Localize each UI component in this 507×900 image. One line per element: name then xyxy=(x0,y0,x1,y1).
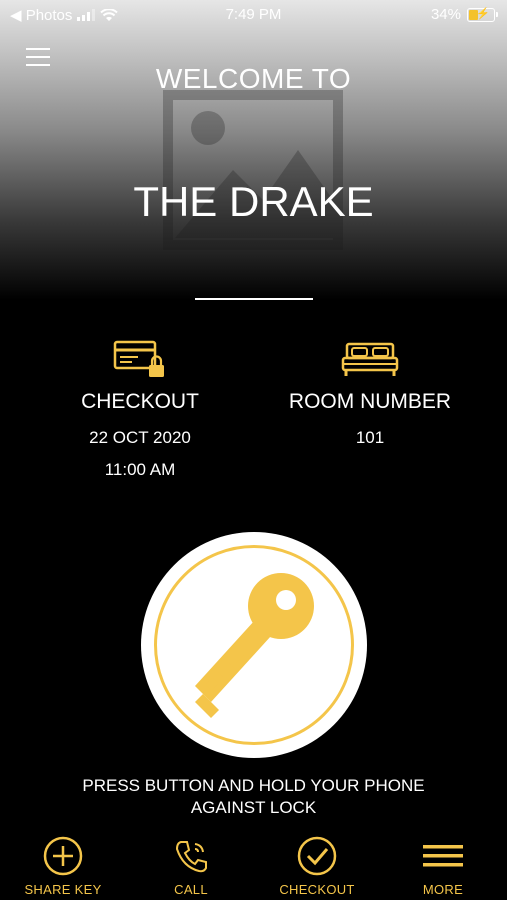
room-number-value: 101 xyxy=(355,428,385,447)
tab-share-key[interactable]: SHARE KEY xyxy=(8,836,118,897)
tab-call[interactable]: CALL xyxy=(136,836,246,897)
room-info: ROOM NUMBER 101 xyxy=(270,338,470,454)
unlock-instructions: PRESS BUTTON AND HOLD YOUR PHONE AGAINST… xyxy=(0,775,507,819)
checkout-date: 22 OCT 2020 xyxy=(89,428,191,447)
menu-icon xyxy=(423,845,463,867)
hotel-name: THE DRAKE xyxy=(133,178,374,225)
key-icon xyxy=(195,573,314,718)
tab-more-label: MORE xyxy=(422,882,464,897)
plus-circle-icon xyxy=(43,836,83,876)
tab-more[interactable]: MORE xyxy=(388,836,498,897)
tab-checkout[interactable]: CHECKOUT xyxy=(262,836,372,897)
room-number-title: ROOM NUMBER xyxy=(288,390,452,413)
image-placeholder-icon xyxy=(163,90,343,250)
instruction-line-1: PRESS BUTTON AND HOLD YOUR PHONE xyxy=(82,776,425,795)
checkout-info: CHECKOUT 22 OCT 2020 11:00 AM xyxy=(40,338,240,486)
welcome-heading: WELCOME TO xyxy=(155,63,352,94)
tab-call-label: CALL xyxy=(174,882,208,897)
tab-checkout-label: CHECKOUT xyxy=(279,882,355,897)
credit-card-lock-icon xyxy=(113,340,164,377)
phone-icon xyxy=(175,841,207,873)
battery-percent: 34% xyxy=(430,6,461,23)
check-circle-icon xyxy=(297,836,337,876)
instruction-line-2: AGAINST LOCK xyxy=(190,798,317,817)
checkout-title: CHECKOUT xyxy=(81,390,199,413)
unlock-key-button[interactable] xyxy=(141,532,367,758)
status-right: 34% ⚡ xyxy=(430,6,498,23)
tab-share-key-label: SHARE KEY xyxy=(24,882,102,897)
divider xyxy=(195,298,313,300)
bottom-tab-bar: SHARE KEY CALL CHECKOUT MORE xyxy=(0,830,507,900)
battery-icon: ⚡ xyxy=(467,7,498,22)
status-bar: ◀ Photos 7:49 PM 34% ⚡ xyxy=(0,0,507,30)
bed-icon xyxy=(341,342,399,376)
checkout-time: 11:00 AM xyxy=(104,460,176,479)
